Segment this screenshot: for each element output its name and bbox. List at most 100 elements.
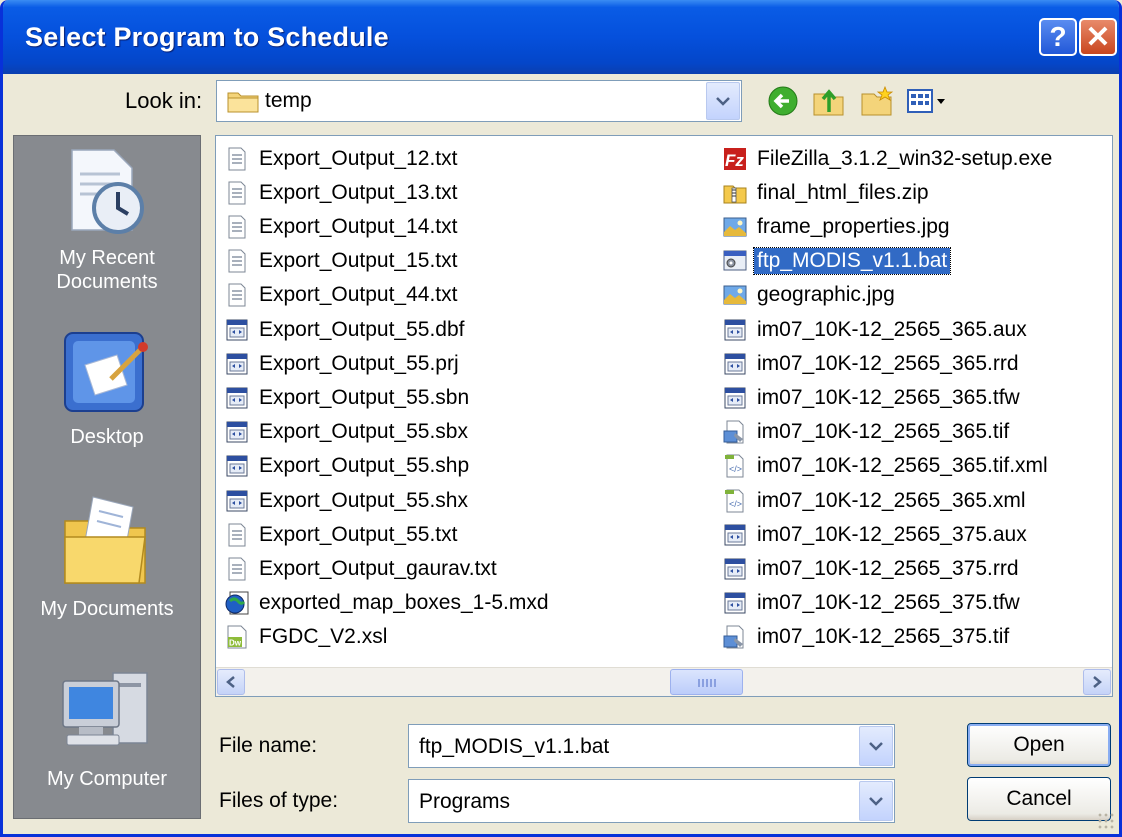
- dreamweaver-file-icon: Dw: [224, 624, 250, 650]
- file-name: im07_10K-12_2565_375.rrd: [757, 556, 1019, 580]
- image-file-icon: [722, 214, 748, 240]
- files-of-type-dropdown-button[interactable]: [859, 781, 893, 821]
- filezilla-icon: Fz: [722, 146, 748, 172]
- place-my-computer[interactable]: My Computer: [14, 663, 200, 791]
- files-of-type-value: Programs: [419, 790, 511, 813]
- file-item[interactable]: Export_Output_14.txt: [224, 210, 460, 243]
- file-name-label: File name:: [219, 734, 318, 757]
- file-item[interactable]: Export_Output_55.sbn: [224, 381, 472, 414]
- generic-file-icon: [224, 351, 250, 377]
- generic-file-icon: [224, 385, 250, 411]
- zip-folder-icon: [722, 180, 748, 206]
- file-item[interactable]: Fz FileZilla_3.1.2_win32-setup.exe: [722, 142, 1055, 175]
- file-item[interactable]: ftp_MODIS_v1.1.bat: [722, 245, 952, 278]
- file-item[interactable]: Export_Output_13.txt: [224, 176, 460, 209]
- text-file-icon: [224, 180, 250, 206]
- file-item[interactable]: im07_10K-12_2565_375.tif: [722, 621, 1012, 654]
- text-file-icon: [224, 556, 250, 582]
- generic-file-icon: [722, 351, 748, 377]
- file-name: Export_Output_55.sbn: [259, 385, 470, 409]
- cancel-button[interactable]: Cancel: [967, 777, 1111, 821]
- file-item[interactable]: geographic.jpg: [722, 279, 898, 312]
- view-menu-icon[interactable]: [905, 84, 955, 118]
- file-item[interactable]: </> im07_10K-12_2565_365.xml: [722, 484, 1029, 517]
- file-item[interactable]: Export_Output_44.txt: [224, 279, 460, 312]
- file-item[interactable]: Export_Output_15.txt: [224, 245, 460, 278]
- place-label: My Recent Documents: [56, 247, 158, 293]
- recent-documents-icon: [71, 149, 144, 234]
- file-list[interactable]: Export_Output_12.txt Export_Output_13.txt…: [215, 135, 1113, 697]
- files-of-type-label: Files of type:: [219, 789, 339, 812]
- place-my-recent-documents[interactable]: My Recent Documents: [14, 148, 200, 294]
- file-item[interactable]: Export_Output_55.sbx: [224, 416, 471, 449]
- look-in-dropdown[interactable]: temp: [216, 80, 742, 122]
- open-button[interactable]: Open: [967, 723, 1111, 767]
- files-of-type-dropdown[interactable]: Programs: [408, 779, 895, 823]
- file-item[interactable]: exported_map_boxes_1-5.mxd: [224, 587, 552, 620]
- close-button[interactable]: ✕: [1079, 18, 1117, 56]
- scroll-left-button[interactable]: [217, 669, 245, 695]
- file-item[interactable]: im07_10K-12_2565_365.rrd: [722, 347, 1022, 380]
- horizontal-scrollbar[interactable]: [216, 667, 1112, 696]
- file-item[interactable]: Export_Output_12.txt: [224, 142, 460, 175]
- file-name: Export_Output_55.shp: [259, 454, 470, 478]
- tif-file-icon: [722, 624, 748, 650]
- new-folder-icon[interactable]: [859, 84, 895, 118]
- place-my-documents[interactable]: My Documents: [14, 491, 200, 621]
- file-name: im07_10K-12_2565_375.aux: [757, 522, 1027, 546]
- file-name: Export_Output_55.shx: [259, 488, 468, 512]
- file-name-dropdown-button[interactable]: [859, 726, 893, 766]
- file-item[interactable]: im07_10K-12_2565_375.aux: [722, 518, 1030, 551]
- file-item[interactable]: im07_10K-12_2565_375.tfw: [722, 587, 1023, 620]
- file-item[interactable]: Dw FGDC_V2.xsl: [224, 621, 390, 654]
- back-icon[interactable]: [765, 84, 801, 118]
- file-item[interactable]: frame_properties.jpg: [722, 210, 953, 243]
- generic-file-icon: [722, 522, 748, 548]
- file-item[interactable]: im07_10K-12_2565_365.tfw: [722, 381, 1023, 414]
- file-name: Export_Output_15.txt: [259, 249, 458, 273]
- file-item[interactable]: Export_Output_55.shx: [224, 484, 471, 517]
- place-label: My Documents: [40, 598, 174, 620]
- scrollbar-thumb[interactable]: [670, 669, 743, 695]
- file-item[interactable]: Export_Output_gaurav.txt: [224, 552, 500, 585]
- file-name: Export_Output_55.sbx: [259, 420, 468, 444]
- dialog-window: Select Program to Schedule ? ✕ Look in: …: [0, 0, 1122, 837]
- file-item[interactable]: </> im07_10K-12_2565_365.tif.xml: [722, 450, 1051, 483]
- place-desktop[interactable]: Desktop: [14, 329, 200, 449]
- title-bar[interactable]: Select Program to Schedule ? ✕: [3, 0, 1119, 74]
- place-label: My Computer: [46, 768, 168, 790]
- file-item[interactable]: final_html_files.zip: [722, 176, 932, 209]
- file-name: im07_10K-12_2565_365.tif.xml: [757, 454, 1048, 478]
- file-item[interactable]: im07_10K-12_2565_365.aux: [722, 313, 1030, 346]
- folder-icon: [227, 92, 259, 113]
- resize-grip[interactable]: [1097, 812, 1115, 830]
- file-name: frame_properties.jpg: [757, 214, 950, 238]
- generic-file-icon: [722, 590, 748, 616]
- generic-file-icon: [722, 317, 748, 343]
- file-item[interactable]: Export_Output_55.dbf: [224, 313, 467, 346]
- file-name: Export_Output_14.txt: [259, 214, 458, 238]
- chevron-left-icon: [226, 676, 235, 688]
- file-item[interactable]: Export_Output_55.txt: [224, 518, 460, 551]
- file-item[interactable]: Export_Output_55.prj: [224, 347, 462, 380]
- file-name: im07_10K-12_2565_365.tfw: [757, 385, 1020, 409]
- file-name: im07_10K-12_2565_365.tif: [757, 420, 1010, 444]
- svg-text:</>: </>: [729, 464, 742, 474]
- image-file-icon: [722, 282, 748, 308]
- look-in-dropdown-button[interactable]: [706, 82, 740, 120]
- file-item[interactable]: Export_Output_55.shp: [224, 450, 472, 483]
- generic-file-icon: [722, 385, 748, 411]
- up-folder-icon[interactable]: [811, 84, 847, 118]
- scroll-right-button[interactable]: [1083, 669, 1111, 695]
- file-name: im07_10K-12_2565_375.tif: [757, 625, 1010, 649]
- help-button[interactable]: ?: [1039, 18, 1077, 56]
- file-name-field[interactable]: ftp_MODIS_v1.1.bat: [408, 724, 895, 768]
- file-item[interactable]: im07_10K-12_2565_375.rrd: [722, 552, 1022, 585]
- look-in-label: Look in:: [125, 88, 203, 113]
- file-name: geographic.jpg: [757, 283, 895, 307]
- place-label: Desktop: [70, 426, 144, 448]
- chevron-down-icon: [869, 797, 883, 806]
- chevron-down-icon: [716, 97, 730, 106]
- file-name: Export_Output_55.prj: [259, 351, 459, 375]
- file-item[interactable]: im07_10K-12_2565_365.tif: [722, 416, 1012, 449]
